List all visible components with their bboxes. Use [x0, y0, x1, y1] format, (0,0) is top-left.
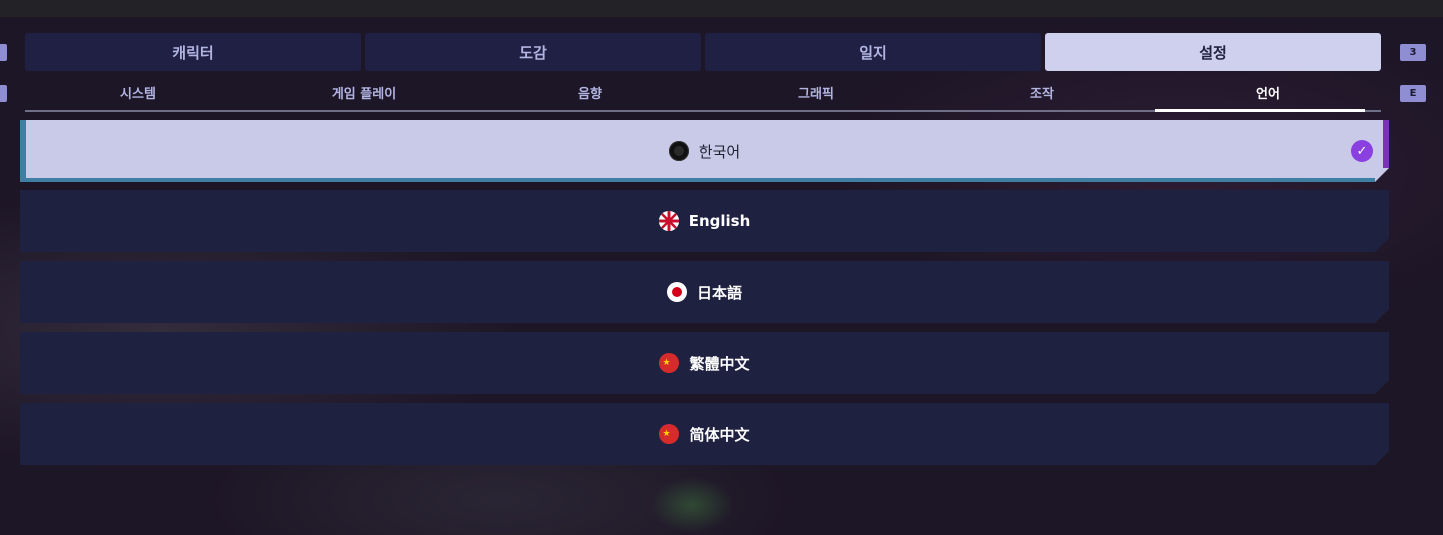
language-label: 简体中文	[689, 425, 750, 444]
tab-encyclopedia[interactable]: 도감	[365, 33, 701, 71]
language-option-simplified-chinese[interactable]: ★ 简体中文	[20, 403, 1389, 465]
china-flag-icon: ★	[659, 424, 679, 444]
subtab-sound[interactable]: 음향	[477, 78, 703, 110]
top-bar	[0, 0, 1443, 17]
next-tab-key-hint: 3	[1400, 44, 1426, 61]
language-option-english[interactable]: English	[20, 190, 1389, 252]
tab-settings[interactable]: 설정	[1045, 33, 1381, 71]
language-label: 繁體中文	[689, 354, 750, 373]
language-option-japanese[interactable]: 日本語	[20, 261, 1389, 323]
next-subtab-key-hint: E	[1400, 85, 1426, 102]
main-tabs: 캐릭터 도감 일지 설정	[25, 33, 1381, 71]
language-option-traditional-chinese[interactable]: ★ 繁體中文	[20, 332, 1389, 394]
language-label: 한국어	[698, 142, 741, 161]
selected-check-icon: ✓	[1351, 140, 1373, 162]
prev-tab-hint	[0, 44, 7, 61]
settings-tabs: 시스템 게임 플레이 음향 그래픽 조작 언어	[25, 78, 1381, 112]
subtab-language[interactable]: 언어	[1155, 78, 1381, 112]
subtab-graphics[interactable]: 그래픽	[703, 78, 929, 110]
language-option-korean[interactable]: 한국어 ✓	[20, 120, 1389, 182]
tab-character[interactable]: 캐릭터	[25, 33, 361, 71]
prev-subtab-hint	[0, 85, 7, 102]
china-flag-icon: ★	[659, 353, 679, 373]
japan-flag-icon	[667, 282, 687, 302]
uk-flag-icon	[659, 211, 679, 231]
subtab-gameplay[interactable]: 게임 플레이	[251, 78, 477, 110]
subtab-system[interactable]: 시스템	[25, 78, 251, 110]
korea-flag-icon	[669, 141, 689, 161]
language-label: 日本語	[696, 283, 742, 302]
tab-journal[interactable]: 일지	[705, 33, 1041, 71]
language-label: English	[688, 212, 751, 230]
subtab-controls[interactable]: 조작	[929, 78, 1155, 110]
